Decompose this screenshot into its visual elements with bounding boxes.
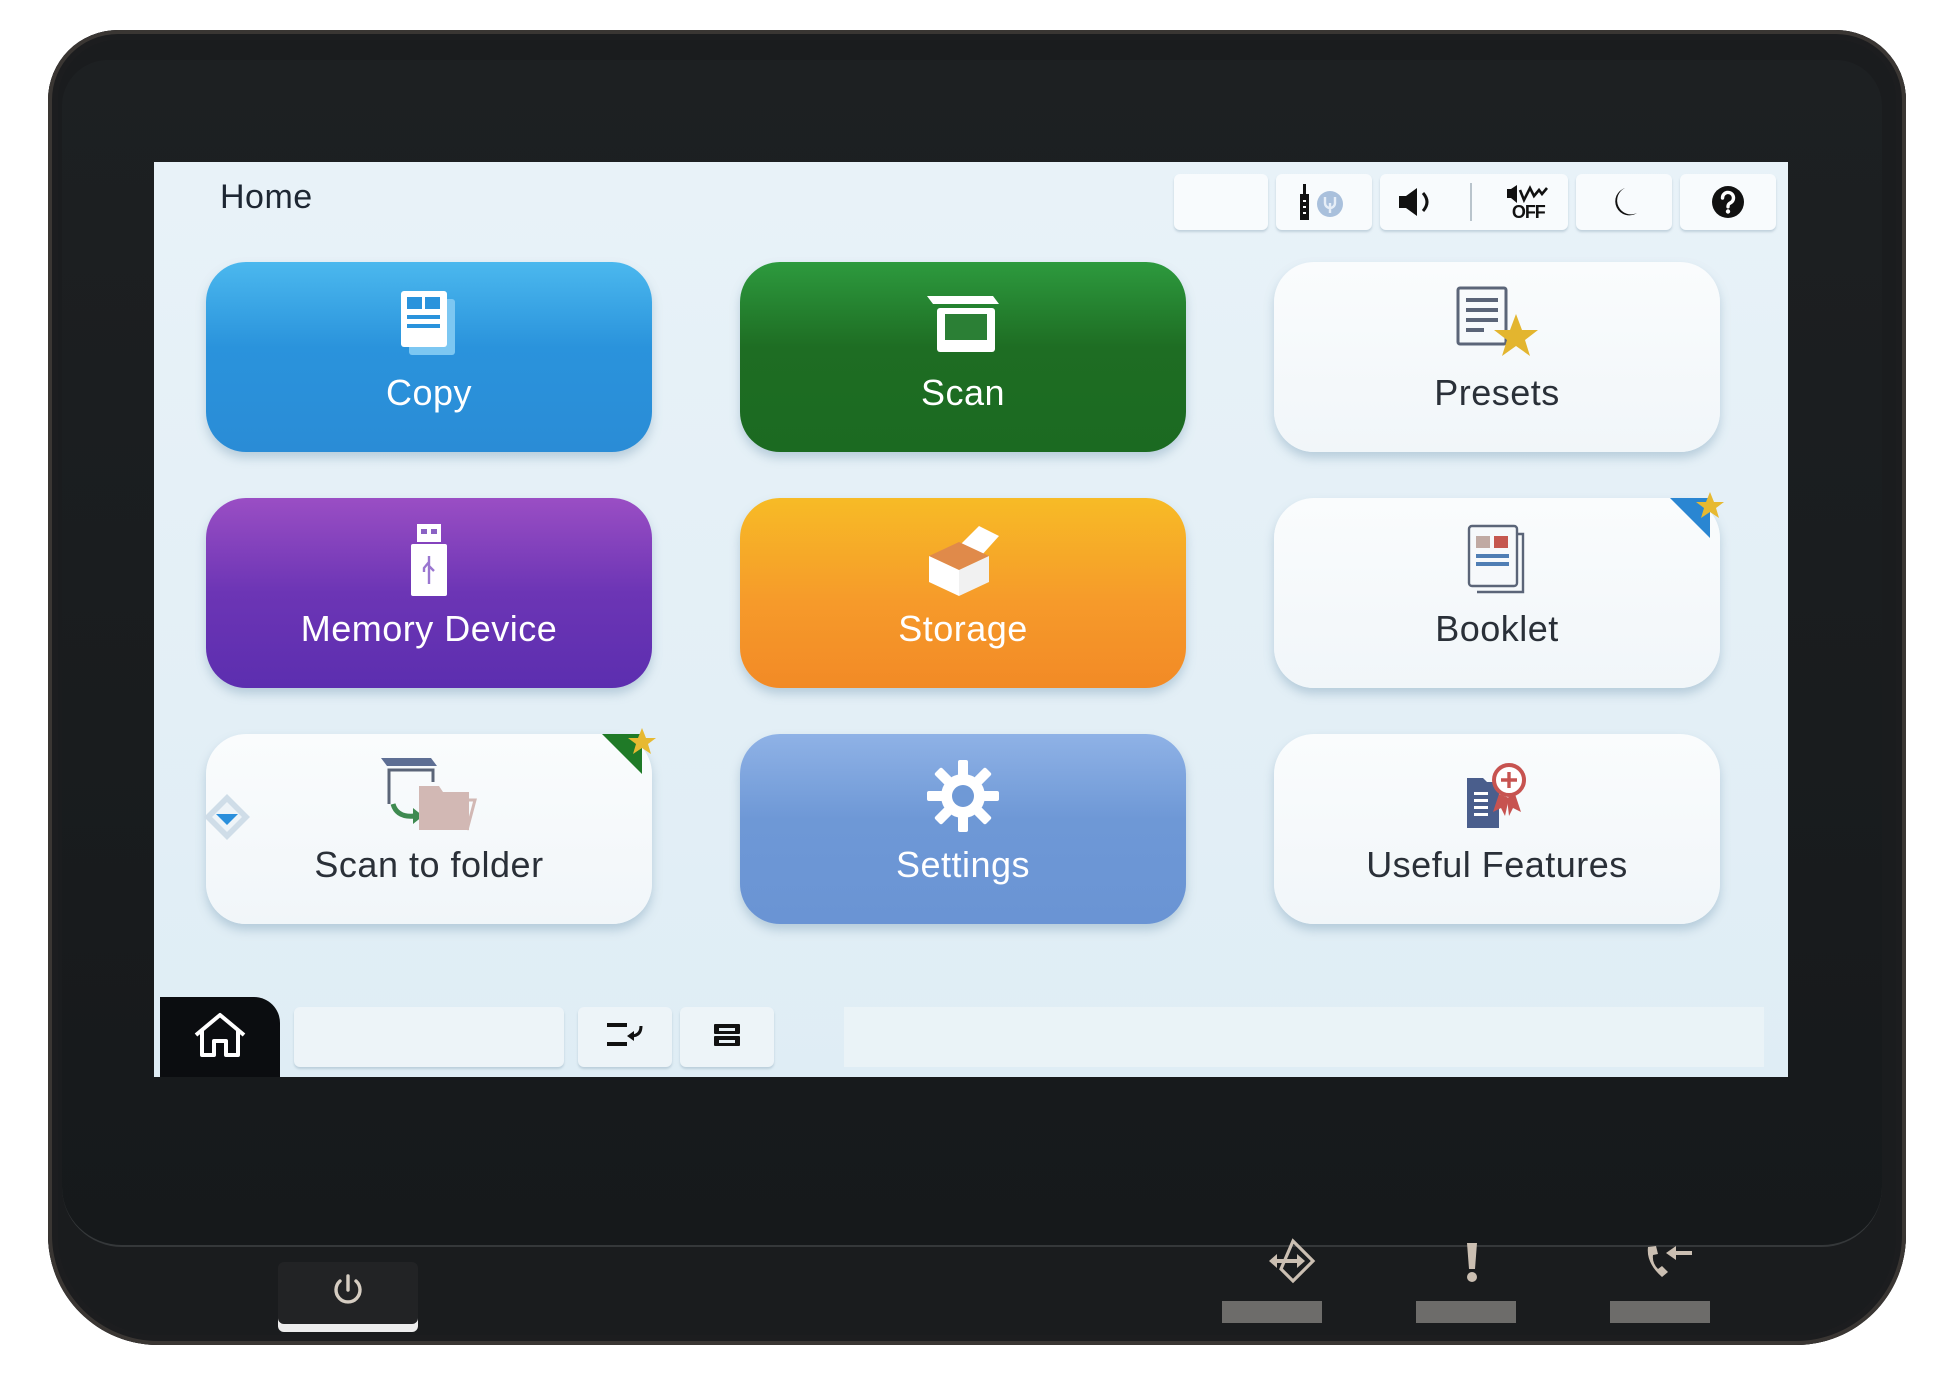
tile-label: Storage bbox=[898, 608, 1028, 649]
interrupt-icon bbox=[1267, 1237, 1317, 1289]
copy-icon bbox=[397, 286, 461, 362]
booklet-icon bbox=[1465, 522, 1529, 598]
tile-label: Copy bbox=[385, 372, 473, 413]
speaker-icon bbox=[1397, 185, 1437, 219]
tile-memory-device[interactable]: Memory Device bbox=[206, 498, 652, 688]
tile-useful-features[interactable]: Useful Features bbox=[1274, 734, 1720, 924]
power-icon bbox=[328, 1271, 368, 1316]
power-button[interactable] bbox=[278, 1262, 418, 1324]
tile-scan[interactable]: Scan bbox=[740, 262, 1186, 452]
tile-label: Memory Device bbox=[300, 608, 558, 649]
status-blank-button[interactable] bbox=[1174, 174, 1268, 230]
moon-icon bbox=[1607, 185, 1641, 219]
usb-icon bbox=[407, 522, 451, 598]
scanner-icon bbox=[923, 286, 1003, 362]
tile-label: Settings bbox=[895, 844, 1031, 885]
useful-features-icon bbox=[1461, 758, 1533, 834]
sound-off-icon: OFF bbox=[1505, 184, 1551, 222]
tile-label: Booklet bbox=[1435, 608, 1559, 649]
status-separator bbox=[1469, 183, 1472, 221]
sound-off-label: OFF bbox=[1511, 202, 1546, 222]
bottom-bar bbox=[154, 997, 1788, 1077]
tile-copy[interactable]: Copy bbox=[206, 262, 652, 452]
tile-settings[interactable]: Settings bbox=[740, 734, 1186, 924]
error-icon bbox=[1462, 1239, 1482, 1288]
job-list-button[interactable] bbox=[578, 1007, 672, 1067]
tile-booklet[interactable]: Booklet bbox=[1274, 492, 1724, 688]
network-status-icon bbox=[1294, 182, 1354, 222]
preset-corner-flag bbox=[602, 728, 656, 774]
help-icon bbox=[1711, 185, 1745, 219]
scan-to-folder-icon bbox=[379, 758, 479, 834]
fax-receive-button[interactable] bbox=[1640, 1238, 1700, 1288]
tile-label: Scan to folder bbox=[314, 844, 544, 885]
touch-screen: Home OFF Copy Scan Presets Memory Device… bbox=[154, 162, 1788, 1077]
tile-scan-to-folder[interactable]: Scan to folder bbox=[206, 728, 656, 924]
job-list-icon bbox=[605, 1020, 645, 1055]
home-tile-grid: Copy Scan Presets Memory Device Storage … bbox=[206, 262, 1724, 924]
help-button[interactable] bbox=[1680, 174, 1776, 230]
fax-receive-tab bbox=[1610, 1301, 1710, 1323]
message-area bbox=[844, 1007, 1764, 1067]
tile-label: Scan bbox=[920, 372, 1006, 413]
tile-storage[interactable]: Storage bbox=[740, 498, 1186, 688]
home-button[interactable] bbox=[160, 997, 280, 1077]
sound-button[interactable]: OFF bbox=[1380, 174, 1568, 230]
diamond-page-indicator-icon[interactable] bbox=[202, 792, 252, 842]
tile-label: Presets bbox=[1434, 372, 1560, 413]
home-icon bbox=[192, 1011, 248, 1064]
gear-icon bbox=[925, 758, 1001, 834]
job-status-icon bbox=[712, 1022, 742, 1053]
sleep-button[interactable] bbox=[1576, 174, 1672, 230]
error-indicator bbox=[1452, 1238, 1492, 1288]
tile-presets[interactable]: Presets bbox=[1274, 262, 1720, 452]
job-status-button[interactable] bbox=[680, 1007, 774, 1067]
tile-label: Useful Features bbox=[1366, 844, 1628, 885]
error-indicator-tab bbox=[1416, 1301, 1516, 1323]
job-info-field[interactable] bbox=[294, 1007, 564, 1067]
network-status-button[interactable] bbox=[1276, 174, 1372, 230]
page-title: Home bbox=[220, 178, 313, 216]
interrupt-button[interactable] bbox=[1262, 1237, 1322, 1289]
fax-receive-icon bbox=[1644, 1241, 1696, 1286]
status-bar: OFF bbox=[1174, 174, 1776, 230]
presets-icon bbox=[1452, 286, 1542, 362]
interrupt-button-tab bbox=[1222, 1301, 1322, 1323]
preset-corner-flag bbox=[1670, 492, 1724, 538]
storage-box-icon bbox=[923, 522, 1003, 598]
